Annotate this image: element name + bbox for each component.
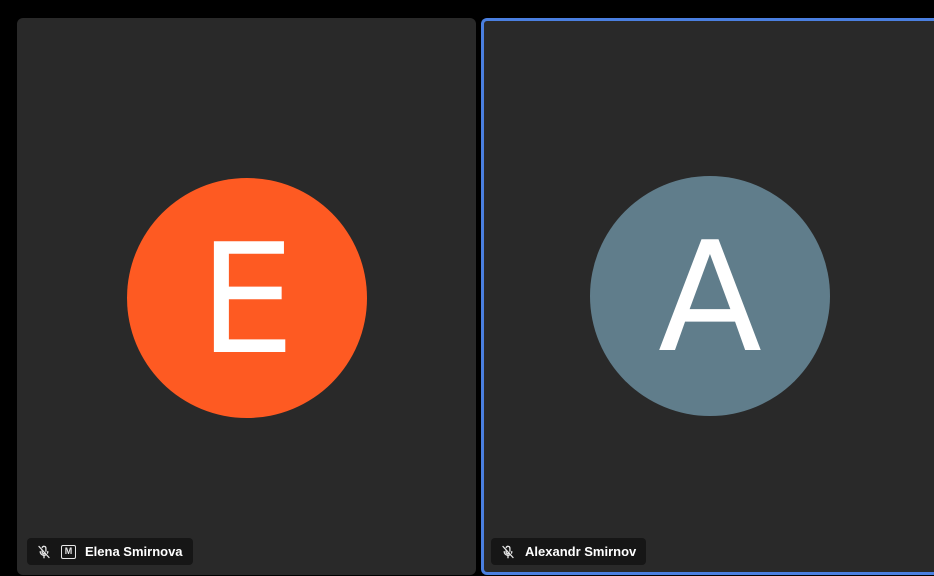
- muted-mic-icon: [500, 544, 516, 560]
- avatar-initial: A: [658, 209, 762, 386]
- muted-mic-icon: [36, 544, 52, 560]
- avatar-initial: E: [198, 211, 296, 388]
- participant-tile-alexandr[interactable]: A Alexandr Smirnov: [481, 18, 934, 575]
- participant-name: Elena Smirnova: [85, 544, 183, 559]
- video-grid: E M Elena Smirnova A Alexandr Smirnov: [0, 0, 934, 576]
- moderator-badge: M: [61, 544, 76, 559]
- participant-name: Alexandr Smirnov: [525, 544, 637, 559]
- participant-avatar: A: [590, 176, 830, 416]
- participant-name-badge: M Elena Smirnova: [27, 538, 193, 565]
- participant-name-badge: Alexandr Smirnov: [491, 538, 647, 565]
- participant-avatar: E: [127, 178, 367, 418]
- participant-tile-elena[interactable]: E M Elena Smirnova: [17, 18, 476, 575]
